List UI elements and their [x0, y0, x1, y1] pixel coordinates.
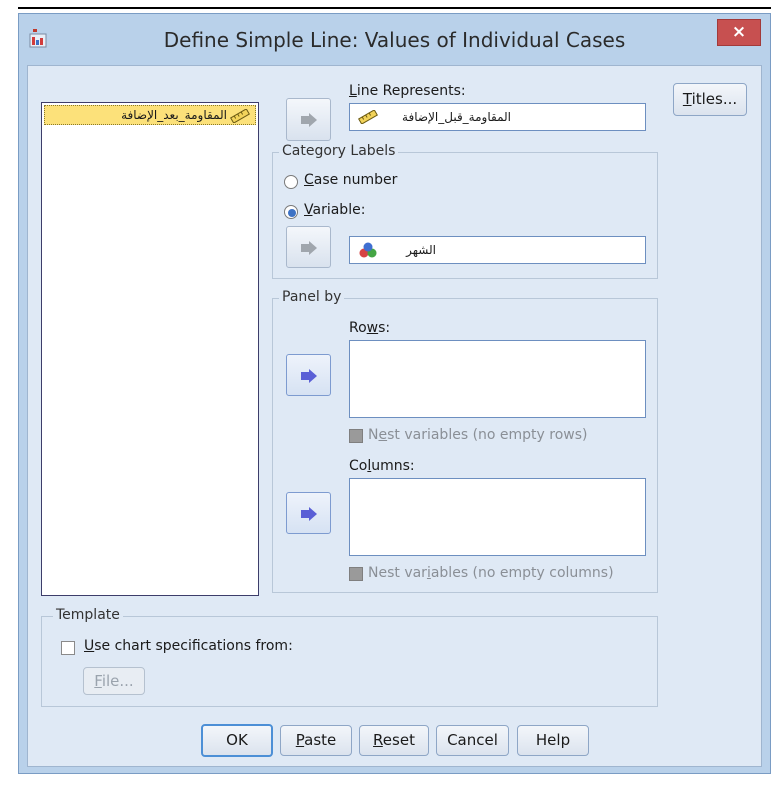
reset-button[interactable]: Reset [359, 725, 429, 756]
paste-button[interactable]: Paste [280, 725, 352, 756]
category-variable-move-button[interactable] [286, 226, 331, 268]
line-represents-move-button[interactable] [286, 98, 331, 141]
case-number-label[interactable]: Case number [304, 172, 397, 188]
nest-columns-label: Nest variables (no empty columns) [368, 565, 614, 581]
nominal-balls-icon [359, 242, 377, 258]
columns-label: Columns: [349, 458, 415, 474]
top-rule [18, 7, 771, 9]
help-button[interactable]: Help [517, 725, 589, 756]
category-variable-value: الشهر [406, 243, 436, 257]
arrow-right-icon [301, 241, 317, 255]
line-represents-value: المقاومة_قبل_الإضافة [402, 110, 511, 124]
variable-list[interactable]: المقاومة_بعد_الإضافة [41, 102, 259, 596]
title-bar[interactable]: Define Simple Line: Values of Individual… [19, 14, 770, 64]
arrow-right-icon [301, 507, 317, 521]
panel-by-title: Panel by [279, 289, 345, 305]
file-button[interactable]: File... [83, 667, 145, 695]
nest-rows-checkbox[interactable] [349, 429, 363, 443]
nest-rows-label: Nest variables (no empty rows) [368, 427, 588, 443]
template-title: Template [53, 607, 123, 623]
ok-button[interactable]: OK [201, 724, 273, 757]
case-number-radio[interactable] [284, 175, 298, 189]
arrow-right-icon [301, 369, 317, 383]
window-title: Define Simple Line: Values of Individual… [163, 28, 626, 52]
variable-label[interactable]: Variable: [304, 202, 365, 218]
dialog-body: المقاومة_بعد_الإضافة Line Represents: ال… [27, 65, 762, 767]
category-labels-title: Category Labels [279, 143, 399, 159]
titles-button[interactable]: Titles... [673, 83, 747, 116]
ruler-scale-icon [230, 109, 250, 123]
rows-list[interactable] [349, 340, 646, 418]
dialog-window: Define Simple Line: Values of Individual… [18, 13, 771, 774]
ruler-scale-icon [358, 110, 378, 124]
use-chart-spec-label[interactable]: Use chart specifications from: [84, 638, 293, 654]
rows-label: Rows: [349, 320, 391, 336]
list-item[interactable]: المقاومة_بعد_الإضافة [44, 105, 256, 125]
cancel-button[interactable]: Cancel [436, 725, 509, 756]
variable-radio[interactable] [284, 205, 298, 219]
line-represents-field[interactable]: المقاومة_قبل_الإضافة [349, 103, 646, 131]
category-variable-field[interactable]: الشهر [349, 236, 646, 264]
nest-columns-checkbox[interactable] [349, 567, 363, 581]
columns-move-button[interactable] [286, 492, 331, 534]
line-represents-label: Line Represents: [349, 83, 466, 99]
rows-move-button[interactable] [286, 354, 331, 396]
close-button[interactable]: × [717, 19, 761, 46]
variable-name: المقاومة_بعد_الإضافة [121, 108, 227, 122]
use-chart-spec-checkbox[interactable] [61, 641, 75, 655]
arrow-right-icon [301, 113, 317, 127]
columns-list[interactable] [349, 478, 646, 556]
